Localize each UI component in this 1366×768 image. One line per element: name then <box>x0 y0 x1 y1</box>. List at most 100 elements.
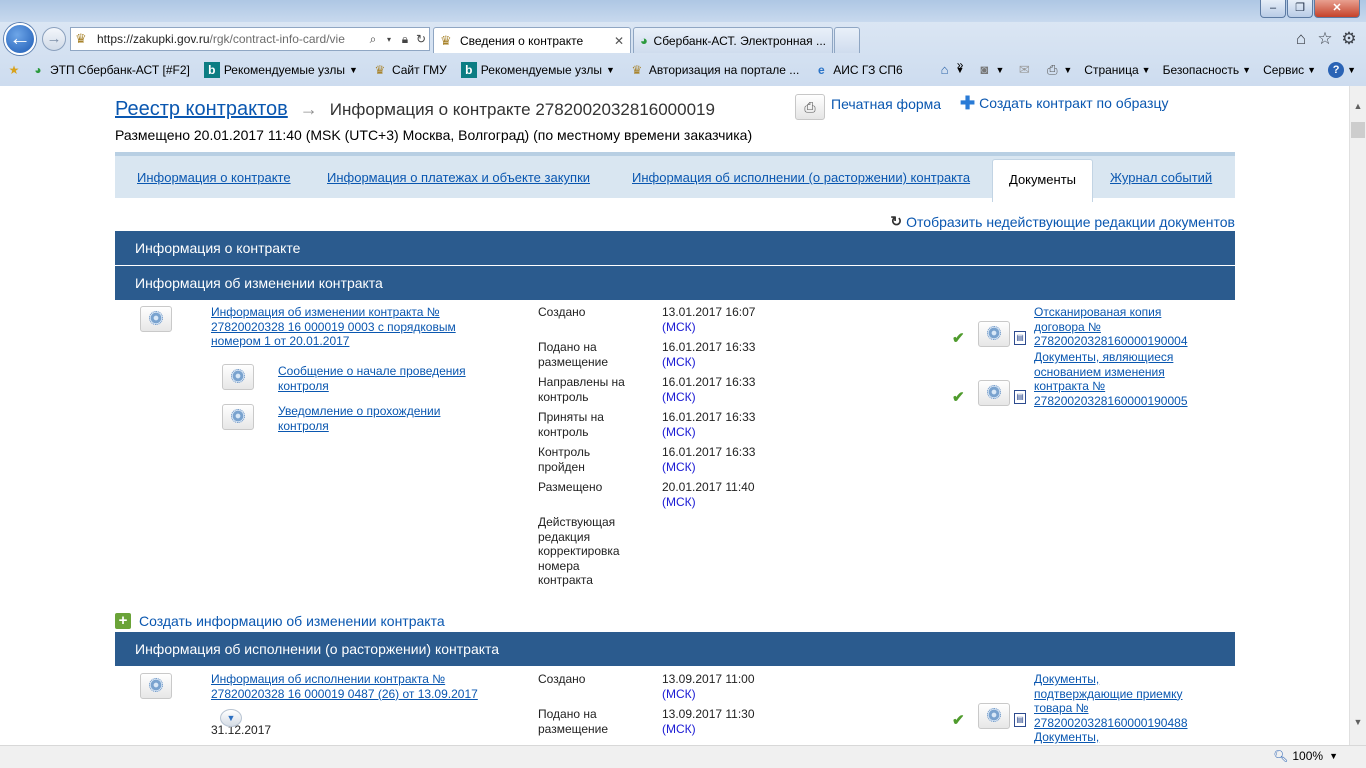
favorites-star-add-icon[interactable]: ★ <box>6 62 26 78</box>
event-date: 16.01.2017 16:33 (МСК) <box>662 445 756 474</box>
document-link[interactable]: Отсканированая копия договора № 27820020… <box>1034 305 1194 349</box>
show-inactive-link[interactable]: ↻ Отобразить недействующие редакции доку… <box>890 213 1235 230</box>
document-link[interactable]: Документы, являющиеся основанием изменен… <box>1034 350 1194 408</box>
site-emblem-icon: ♛ <box>631 63 643 77</box>
forward-button[interactable]: → <box>42 27 66 51</box>
dropdown-icon[interactable]: ▾ <box>381 35 397 44</box>
favorite-item-gmu[interactable]: ♛ Сайт ГМУ <box>372 62 447 78</box>
tab-label: Сбербанк-АСТ. Электронная ... <box>653 33 826 48</box>
close-window-button[interactable]: ✕ <box>1314 0 1360 18</box>
rss-icon: ◙ <box>980 62 989 77</box>
change-info-link[interactable]: Информация об изменении контракта № 2782… <box>211 305 481 349</box>
event-label: Размещено <box>538 480 603 494</box>
certificate-button[interactable] <box>978 321 1010 347</box>
tab-execution[interactable]: Информация об исполнении (о расторжении)… <box>632 170 970 185</box>
maximize-button[interactable]: ❐ <box>1287 0 1313 18</box>
home-button[interactable]: ⌂ ▼ <box>937 62 965 78</box>
help-menu[interactable]: ? ▼ <box>1328 62 1356 78</box>
minimize-button[interactable]: – <box>1260 0 1286 18</box>
zoom-control[interactable]: 🔍︎ 100% ▼ <box>1273 749 1338 763</box>
status-bar: 🔍︎ 100% ▼ <box>0 745 1366 768</box>
print-form-link[interactable]: ⎙ Печатная форма <box>795 94 941 120</box>
create-by-template-link[interactable]: ✚ Создать контракт по образцу <box>960 93 1168 113</box>
refresh-icon[interactable]: ↻ <box>413 32 429 46</box>
address-url[interactable]: https://zakupki.gov.ru/rgk/contract-info… <box>97 32 365 46</box>
control-start-link[interactable]: Сообщение о начале проведения контроля <box>278 364 478 393</box>
section-contract-info[interactable]: Информация о контракте <box>115 231 1235 265</box>
close-tab-icon[interactable]: ✕ <box>606 34 624 48</box>
mail-button[interactable]: ✉ <box>1016 62 1032 78</box>
tab-documents[interactable]: Документы <box>992 159 1094 202</box>
expand-chevron-icon[interactable]: ▼ <box>220 709 242 727</box>
registry-link[interactable]: Реестр контрактов <box>115 98 288 121</box>
bing-icon: b <box>203 62 220 78</box>
chevron-down-icon: ▼ <box>1347 65 1356 75</box>
create-change-link[interactable]: + Создать информацию об изменении контра… <box>115 613 445 629</box>
lock-icon[interactable]: 🔒︎ <box>397 32 413 47</box>
certificate-button[interactable] <box>222 364 254 390</box>
home-icon[interactable]: ⌂ <box>1291 29 1311 49</box>
scroll-down-icon[interactable]: ▼ <box>1350 714 1366 730</box>
event-date: 20.01.2017 11:40 (МСК) <box>662 480 755 509</box>
window-title-strip <box>0 0 1366 22</box>
print-button[interactable]: ⎙ ▼ <box>1044 62 1072 78</box>
ie-icon: e <box>817 63 825 77</box>
certificate-button[interactable] <box>140 306 172 332</box>
scroll-up-icon[interactable]: ▲ <box>1350 98 1366 114</box>
scroll-thumb[interactable] <box>1351 122 1365 138</box>
favorite-item-recommended-2[interactable]: b Рекомендуемые узлы ▼ <box>460 62 615 78</box>
event-label: Создано <box>538 305 586 319</box>
favorite-item-ais[interactable]: e АИС ГЗ СП6 <box>813 62 903 78</box>
tools-menu[interactable]: Сервис ▼ <box>1263 63 1316 77</box>
certificate-button[interactable] <box>978 703 1010 729</box>
safety-menu[interactable]: Безопасность ▼ <box>1163 63 1251 77</box>
site-emblem-icon: ♛ <box>75 31 87 46</box>
seal-icon <box>987 385 1001 399</box>
mail-icon: ✉ <box>1018 62 1030 77</box>
checkmark-icon: ✔ <box>952 330 965 347</box>
tab-contract-info[interactable]: Информация о контракте <box>137 170 291 185</box>
favorites-star-icon[interactable]: ☆ <box>1315 29 1335 49</box>
browser-tab-active[interactable]: ♛ Сведения о контракте ✕ <box>433 27 631 53</box>
certificate-button[interactable] <box>978 380 1010 406</box>
event-label: Контроль пройден <box>538 445 591 474</box>
document-link[interactable]: Документы, подтверждающие приемку товара… <box>1034 672 1194 730</box>
event-date: 16.01.2017 16:33 (МСК) <box>662 410 756 439</box>
execution-info-link[interactable]: Информация об исполнении контракта № 278… <box>211 672 496 701</box>
tab-payments[interactable]: Информация о платежах и объекте закупки <box>327 170 590 185</box>
favorite-item-auth-portal[interactable]: ♛ Авторизация на портале ... <box>629 62 800 78</box>
execution-date: 31.12.2017 <box>211 723 272 737</box>
event-date: 16.01.2017 16:33 (МСК) <box>662 340 756 369</box>
document-icon[interactable]: ▤ <box>1014 713 1026 727</box>
refresh-icon: ↻ <box>890 213 903 229</box>
control-passed-link[interactable]: Уведомление о прохождении контроля <box>278 404 478 433</box>
checkmark-icon: ✔ <box>952 389 965 406</box>
back-button[interactable]: ← <box>4 23 36 55</box>
new-tab-button[interactable] <box>834 27 860 53</box>
event-date: 13.09.2017 11:30 (МСК) <box>662 707 755 736</box>
settings-gear-icon[interactable]: ⚙ <box>1339 29 1359 49</box>
document-link[interactable]: Документы, <box>1034 730 1194 745</box>
plus-icon: ✚ <box>960 93 976 113</box>
favorite-item-recommended-1[interactable]: b Рекомендуемые узлы ▼ <box>203 62 358 78</box>
address-bar[interactable]: ♛ https://zakupki.gov.ru/rgk/contract-in… <box>70 27 430 51</box>
vertical-scrollbar[interactable]: ▲ ▼ <box>1349 86 1366 745</box>
search-icon[interactable]: ⌕ <box>365 32 381 47</box>
page-menu[interactable]: Страница ▼ <box>1084 63 1150 77</box>
section-change-info[interactable]: Информация об изменении контракта <box>115 266 1235 300</box>
chevron-down-icon: ▼ <box>955 65 965 75</box>
command-bar: ⌂ ▼ ◙ ▼ ✉ ⎙ ▼ Страница ▼ Безопасность ▼ Серви… <box>925 57 1356 83</box>
document-icon[interactable]: ▤ <box>1014 331 1026 345</box>
event-label: Подано на размещение <box>538 707 609 736</box>
help-icon: ? <box>1328 62 1345 78</box>
certificate-button[interactable] <box>140 673 172 699</box>
feeds-button[interactable]: ◙ ▼ <box>976 62 1005 78</box>
certificate-button[interactable] <box>222 404 254 430</box>
event-label: Создано <box>538 672 586 686</box>
section-execution-info[interactable]: Информация об исполнении (о расторжении)… <box>115 632 1235 666</box>
tab-event-log[interactable]: Журнал событий <box>1110 170 1212 185</box>
browser-tab-sberbank[interactable]: ◕ Сбербанк-АСТ. Электронная ... <box>633 27 833 53</box>
document-icon[interactable]: ▤ <box>1014 390 1026 404</box>
favorite-item-sberbank[interactable]: ◕ ЭТП Сбербанк-АСТ [#F2] <box>30 62 189 78</box>
sberbank-icon: ◕ <box>640 33 648 48</box>
